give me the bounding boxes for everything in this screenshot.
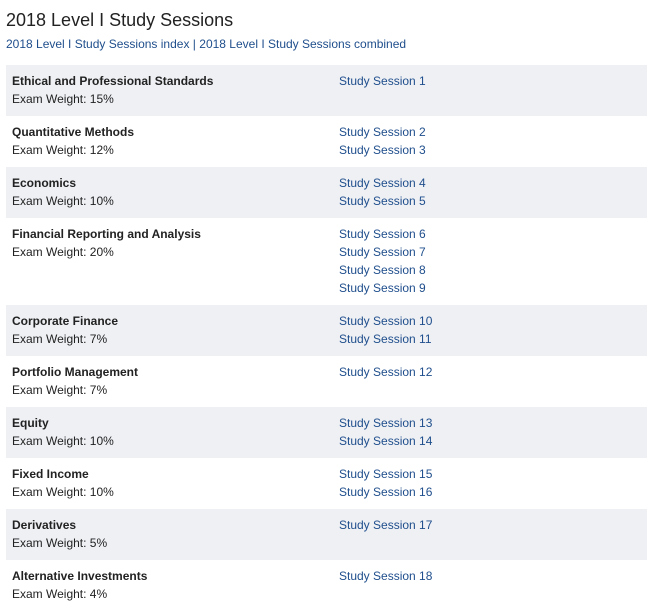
topic-cell: Ethical and Professional Standards Exam W…	[6, 65, 333, 116]
study-session-link[interactable]: Study Session 15	[339, 465, 641, 483]
topic-name: Economics	[12, 176, 77, 190]
study-session-link[interactable]: Study Session 5	[339, 192, 641, 210]
topic-name: Corporate Finance	[12, 314, 119, 328]
sessions-cell: Study Session 15 Study Session 16	[333, 458, 647, 509]
topic-cell: Derivatives Exam Weight: 5%	[6, 509, 333, 560]
study-session-link[interactable]: Study Session 13	[339, 414, 641, 432]
study-session-link[interactable]: Study Session 2	[339, 123, 641, 141]
sessions-cell: Study Session 1	[333, 65, 647, 116]
study-session-link[interactable]: Study Session 7	[339, 243, 641, 261]
table-row: Fixed Income Exam Weight: 10% Study Sessio…	[6, 458, 647, 509]
study-session-link[interactable]: Study Session 16	[339, 483, 641, 501]
study-session-link[interactable]: Study Session 6	[339, 225, 641, 243]
table-row: Economics Exam Weight: 10% Study Session 4…	[6, 167, 647, 218]
table-row: Alternative Investments Exam Weight: 4% St…	[6, 560, 647, 611]
topic-cell: Quantitative Methods Exam Weight: 12%	[6, 116, 333, 167]
page: 2018 Level I Study Sessions 2018 Level I…	[0, 0, 649, 611]
table-row: Equity Exam Weight: 10% Study Session 13 St…	[6, 407, 647, 458]
header-links: 2018 Level I Study Sessions index | 2018…	[6, 36, 643, 52]
study-session-link[interactable]: Study Session 18	[339, 567, 641, 585]
study-session-link[interactable]: Study Session 12	[339, 363, 641, 381]
exam-weight: Exam Weight: 7%	[12, 332, 108, 346]
exam-weight: Exam Weight: 10%	[12, 485, 114, 499]
exam-weight: Exam Weight: 20%	[12, 245, 114, 259]
topic-cell: Equity Exam Weight: 10%	[6, 407, 333, 458]
sessions-index-link[interactable]: 2018 Level I Study Sessions index	[6, 37, 189, 51]
topic-name: Portfolio Management	[12, 365, 139, 379]
study-session-link[interactable]: Study Session 11	[339, 330, 641, 348]
exam-weight: Exam Weight: 7%	[12, 383, 108, 397]
table-row: Ethical and Professional Standards Exam W…	[6, 65, 647, 116]
study-session-link[interactable]: Study Session 14	[339, 432, 641, 450]
exam-weight: Exam Weight: 5%	[12, 536, 108, 550]
study-session-link[interactable]: Study Session 4	[339, 174, 641, 192]
study-session-link[interactable]: Study Session 3	[339, 141, 641, 159]
study-sessions-body: Ethical and Professional Standards Exam W…	[6, 65, 647, 611]
exam-weight: Exam Weight: 10%	[12, 194, 114, 208]
topic-name: Fixed Income	[12, 467, 89, 481]
sessions-cell: Study Session 4 Study Session 5	[333, 167, 647, 218]
study-session-link[interactable]: Study Session 8	[339, 261, 641, 279]
topic-name: Quantitative Methods	[12, 125, 135, 139]
study-session-link[interactable]: Study Session 10	[339, 312, 641, 330]
table-row: Financial Reporting and Analysis Exam Wei…	[6, 218, 647, 305]
topic-name: Alternative Investments	[12, 569, 148, 583]
page-title: 2018 Level I Study Sessions	[6, 10, 234, 30]
topic-cell: Financial Reporting and Analysis Exam Wei…	[6, 218, 333, 305]
topic-cell: Alternative Investments Exam Weight: 4%	[6, 560, 333, 611]
sessions-cell: Study Session 2 Study Session 3	[333, 116, 647, 167]
topic-cell: Corporate Finance Exam Weight: 7%	[6, 305, 333, 356]
table-row: Corporate Finance Exam Weight: 7% Study Se…	[6, 305, 647, 356]
table-row: Quantitative Methods Exam Weight: 12% Stud…	[6, 116, 647, 167]
table-row: Portfolio Management Exam Weight: 7% Study…	[6, 356, 647, 407]
sessions-cell: Study Session 13 Study Session 14	[333, 407, 647, 458]
exam-weight: Exam Weight: 4%	[12, 587, 108, 601]
table-row: Derivatives Exam Weight: 5% Study Session …	[6, 509, 647, 560]
topic-cell: Portfolio Management Exam Weight: 7%	[6, 356, 333, 407]
study-session-link[interactable]: Study Session 1	[339, 72, 641, 90]
exam-weight: Exam Weight: 12%	[12, 143, 114, 157]
sessions-cell: Study Session 18	[333, 560, 647, 611]
topic-name: Derivatives	[12, 518, 77, 532]
topic-cell: Fixed Income Exam Weight: 10%	[6, 458, 333, 509]
study-sessions-table: Ethical and Professional Standards Exam W…	[6, 65, 647, 611]
sessions-combined-link[interactable]: 2018 Level I Study Sessions combined	[199, 37, 406, 51]
exam-weight: Exam Weight: 10%	[12, 434, 114, 448]
study-session-link[interactable]: Study Session 9	[339, 279, 641, 297]
topic-name: Equity	[12, 416, 49, 430]
topic-name: Ethical and Professional Standards	[12, 74, 214, 88]
topic-cell: Economics Exam Weight: 10%	[6, 167, 333, 218]
topic-name: Financial Reporting and Analysis	[12, 227, 201, 241]
sessions-cell: Study Session 17	[333, 509, 647, 560]
link-separator: |	[192, 37, 196, 51]
sessions-cell: Study Session 12	[333, 356, 647, 407]
sessions-cell: Study Session 6 Study Session 7 Study Sess…	[333, 218, 647, 305]
sessions-cell: Study Session 10 Study Session 11	[333, 305, 647, 356]
study-session-link[interactable]: Study Session 17	[339, 516, 641, 534]
exam-weight: Exam Weight: 15%	[12, 92, 114, 106]
